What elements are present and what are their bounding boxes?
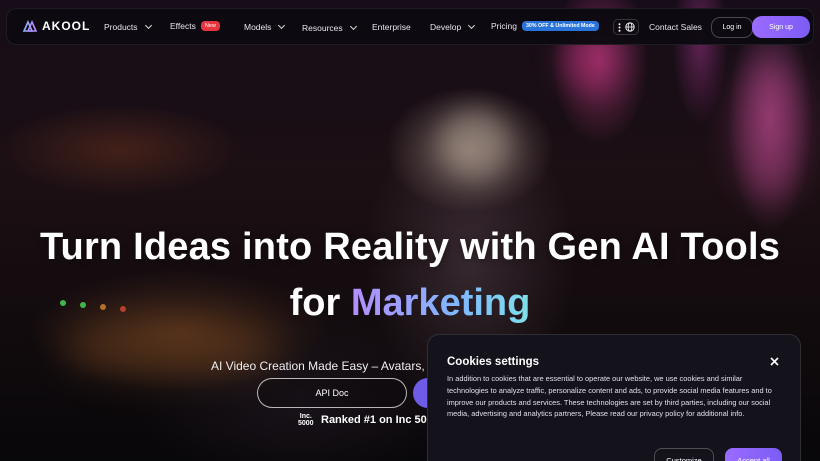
nav-enterprise[interactable]: Enterprise	[372, 22, 411, 32]
hero-title: Turn Ideas into Reality with Gen AI Tool…	[39, 226, 781, 268]
nav-develop-label: Develop	[430, 22, 462, 32]
login-button[interactable]: Log in	[711, 17, 753, 38]
chevron-down-icon	[468, 21, 476, 30]
globe-icon	[624, 22, 635, 32]
nav-develop[interactable]: Develop	[430, 21, 476, 32]
close-icon[interactable]	[767, 355, 781, 369]
nav-effects[interactable]: Effects New	[170, 21, 220, 31]
hero-subtitle: AI Video Creation Made Easy – Avatars, T…	[211, 359, 459, 373]
contact-sales-link[interactable]: Contact Sales	[649, 22, 702, 32]
logo[interactable]: AKOOL	[22, 19, 90, 33]
cookie-title: Cookies settings	[447, 356, 540, 368]
signup-button[interactable]: Sign up	[752, 16, 810, 38]
top-navbar: AKOOL Products Effects New Models Resour…	[6, 8, 814, 45]
hero-title-prefix: for	[289, 282, 341, 324]
close-x-glyph	[769, 357, 779, 366]
inc-5000-logo: Inc. 5000	[298, 413, 314, 427]
contact-sales-label: Contact Sales	[649, 22, 702, 32]
akool-logo-icon	[22, 20, 38, 32]
chevron-down-icon	[349, 22, 357, 31]
more-vertical-icon	[618, 22, 620, 32]
nav-models[interactable]: Models	[244, 21, 286, 32]
nav-effects-label: Effects	[170, 21, 196, 31]
cookie-settings-dialog: Cookies settings In addition to cookies …	[427, 334, 801, 461]
more-and-language-menu[interactable]	[613, 19, 639, 35]
inc-logo-line2: 5000	[298, 420, 314, 427]
nav-resources-label: Resources	[302, 23, 343, 33]
inc-logo-line1: Inc.	[299, 413, 312, 420]
nav-models-label: Models	[244, 22, 272, 32]
hero-title-line2: for Marketing	[0, 282, 820, 325]
cookie-description: In addition to cookies that are essentia…	[447, 374, 772, 419]
api-doc-button[interactable]: API Doc	[257, 378, 407, 408]
nav-enterprise-label: Enterprise	[372, 22, 411, 32]
nav-pricing[interactable]: Pricing 30% OFF & Unlimited Mode	[491, 21, 599, 31]
nav-pricing-label: Pricing	[491, 21, 517, 31]
pricing-promo-badge: 30% OFF & Unlimited Mode	[521, 21, 599, 31]
logo-text: AKOOL	[42, 19, 91, 33]
customize-button[interactable]: Customize	[654, 448, 714, 461]
chevron-down-icon	[144, 21, 152, 30]
ranked-text: Ranked #1 on Inc 5000	[321, 414, 439, 426]
nav-products-label: Products	[104, 22, 138, 32]
new-badge: New	[200, 21, 220, 31]
nav-products[interactable]: Products	[104, 21, 152, 32]
nav-resources[interactable]: Resources	[302, 22, 357, 33]
chevron-down-icon	[278, 21, 286, 30]
hero-title-highlight: Marketing	[350, 282, 531, 324]
accept-all-button[interactable]: Accept all	[725, 448, 782, 461]
